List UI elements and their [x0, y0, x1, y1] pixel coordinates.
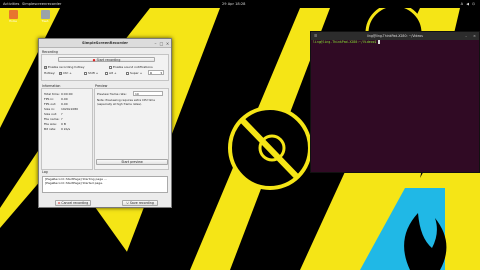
info-row: Total time:0:00:00 [44, 92, 94, 96]
terminal-window[interactable]: ☰ ling@ling-ThinkPad-X280: ~/Videos – × … [310, 31, 480, 173]
save-recording-button[interactable]: 🖫 Save recording [122, 200, 158, 206]
info-value: 1920x1080 [61, 107, 79, 111]
hotkey-key-select[interactable]: R ▾ [148, 70, 164, 75]
hotkey-key-value: R [150, 71, 153, 75]
window-title: SimpleScreenRecorder [81, 41, 129, 45]
hotkey-label: Hotkey: [44, 71, 56, 75]
desktop-icon-label: Home [9, 20, 17, 23]
info-value: 0 B [61, 122, 66, 126]
start-preview-button[interactable]: Start preview [96, 159, 168, 165]
shift-modifier-checkbox[interactable]: Shift + [84, 71, 98, 75]
desktop-icon-label: Trash [41, 20, 49, 23]
terminal-menu-icon[interactable]: ☰ [314, 32, 317, 40]
info-value: 0 kb/s [61, 127, 71, 131]
save-icon: 🖫 [126, 201, 129, 205]
info-key: FPS out: [44, 102, 57, 106]
info-key: File size: [44, 122, 57, 126]
info-row: Bit rate: 0 kb/s [44, 127, 94, 131]
info-value: 0.00 [61, 102, 68, 106]
info-key: File name: [44, 117, 60, 121]
info-row: File size: 0 B [44, 122, 94, 126]
window-titlebar[interactable]: SimpleScreenRecorder – □ × [39, 39, 171, 48]
checkbox-unchecked-icon [109, 65, 112, 69]
enable-sound-checkbox[interactable]: Enable sound notifications [109, 65, 153, 69]
close-icon[interactable]: × [165, 41, 170, 46]
chevron-down-icon: ▾ [160, 71, 162, 75]
enable-hotkey-label: Enable recording hotkey [47, 65, 85, 69]
start-recording-button[interactable]: ● Start recording [58, 57, 155, 62]
info-row: Size in: 1920x1080 [44, 107, 94, 111]
system-menu[interactable]: A ◀ ⏻ [461, 0, 476, 8]
info-row: FPS in: 0.00 [44, 97, 94, 101]
enable-sound-label: Enable sound notifications [112, 65, 153, 69]
terminal-title: ling@ling-ThinkPad-X280: ~/Videos [367, 34, 423, 38]
checkbox-unchecked-icon [105, 71, 108, 75]
checkbox-unchecked-icon [84, 71, 87, 75]
log-line: [PageRecord::StartPage] Started page. [45, 181, 104, 185]
close-icon[interactable]: × [473, 32, 476, 40]
terminal-prompt: ling@ling-ThinkPad-X280:~/Videos$ [313, 40, 377, 44]
maximize-icon[interactable]: □ [159, 41, 164, 46]
checkbox-checked-icon: ✓ [44, 65, 48, 69]
simplescreenrecorder-window: SimpleScreenRecorder – □ × Recording ● S… [38, 38, 172, 208]
preview-note: Note: Previewing requires extra CPU time… [97, 98, 155, 106]
info-value: 0:00:00 [61, 92, 73, 96]
home-folder-icon [8, 10, 18, 19]
preview-frame-rate-value: 10 [135, 92, 139, 96]
info-row: FPS out: 0.00 [44, 102, 94, 106]
activities-button[interactable]: Activities [3, 0, 19, 8]
super-modifier-checkbox[interactable]: Super + [126, 71, 142, 75]
minimize-icon[interactable]: – [153, 41, 158, 46]
record-icon: ● [92, 58, 96, 62]
info-row: File name:? [44, 117, 94, 121]
info-row: Size out:? [44, 112, 94, 116]
cancel-recording-label: Cancel recording [61, 201, 89, 205]
ctrl-modifier-checkbox[interactable]: ✓ Ctrl + [59, 71, 72, 75]
terminal-titlebar[interactable]: ☰ ling@ling-ThinkPad-X280: ~/Videos – × [311, 32, 479, 40]
checkbox-unchecked-icon [126, 71, 129, 75]
log-output[interactable]: [PageRecord::StartPage] Starting page ..… [42, 176, 168, 193]
desktop-icon-home[interactable]: Home [6, 10, 20, 23]
preview-frame-rate-spinbox[interactable]: 10 [133, 91, 163, 96]
info-value: 0.00 [61, 97, 68, 101]
ctrl-label: Ctrl + [62, 71, 72, 75]
info-key: Size out: [44, 112, 58, 116]
info-key: FPS in: [44, 97, 55, 101]
checkbox-checked-icon: ✓ [59, 71, 63, 75]
info-value: ? [61, 112, 63, 116]
top-panel: Activities Simplescreenrecorder 29 Apr 1… [0, 0, 480, 8]
terminal-cursor [378, 40, 381, 44]
cancel-recording-button[interactable]: ⊗ Cancel recording [55, 200, 91, 206]
log-group-title: Log [42, 170, 48, 174]
alt-label: Alt + [108, 71, 117, 75]
info-value: ? [61, 117, 63, 121]
info-key: Bit rate: [44, 127, 57, 131]
minimize-icon[interactable]: – [465, 32, 467, 40]
super-label: Super + [129, 71, 143, 75]
clock[interactable]: 29 Apr 18:28 [222, 0, 245, 8]
trash-icon [40, 10, 50, 19]
app-menu[interactable]: Simplescreenrecorder [22, 0, 61, 8]
alt-modifier-checkbox[interactable]: Alt + [105, 71, 117, 75]
info-key: Total time: [44, 92, 60, 96]
info-key: Size in: [44, 107, 55, 111]
desktop-icon-trash[interactable]: Trash [38, 10, 52, 23]
cancel-icon: ⊗ [57, 201, 61, 205]
enable-hotkey-checkbox[interactable]: ✓ Enable recording hotkey [44, 65, 84, 69]
shift-label: Shift + [87, 71, 99, 75]
start-recording-label: Start recording [96, 58, 121, 62]
terminal-line: ling@ling-ThinkPad-X280:~/Videos$ [311, 40, 479, 45]
preview-frame-rate-label: Preview frame rate: [97, 92, 127, 96]
save-recording-label: Save recording [129, 201, 154, 205]
